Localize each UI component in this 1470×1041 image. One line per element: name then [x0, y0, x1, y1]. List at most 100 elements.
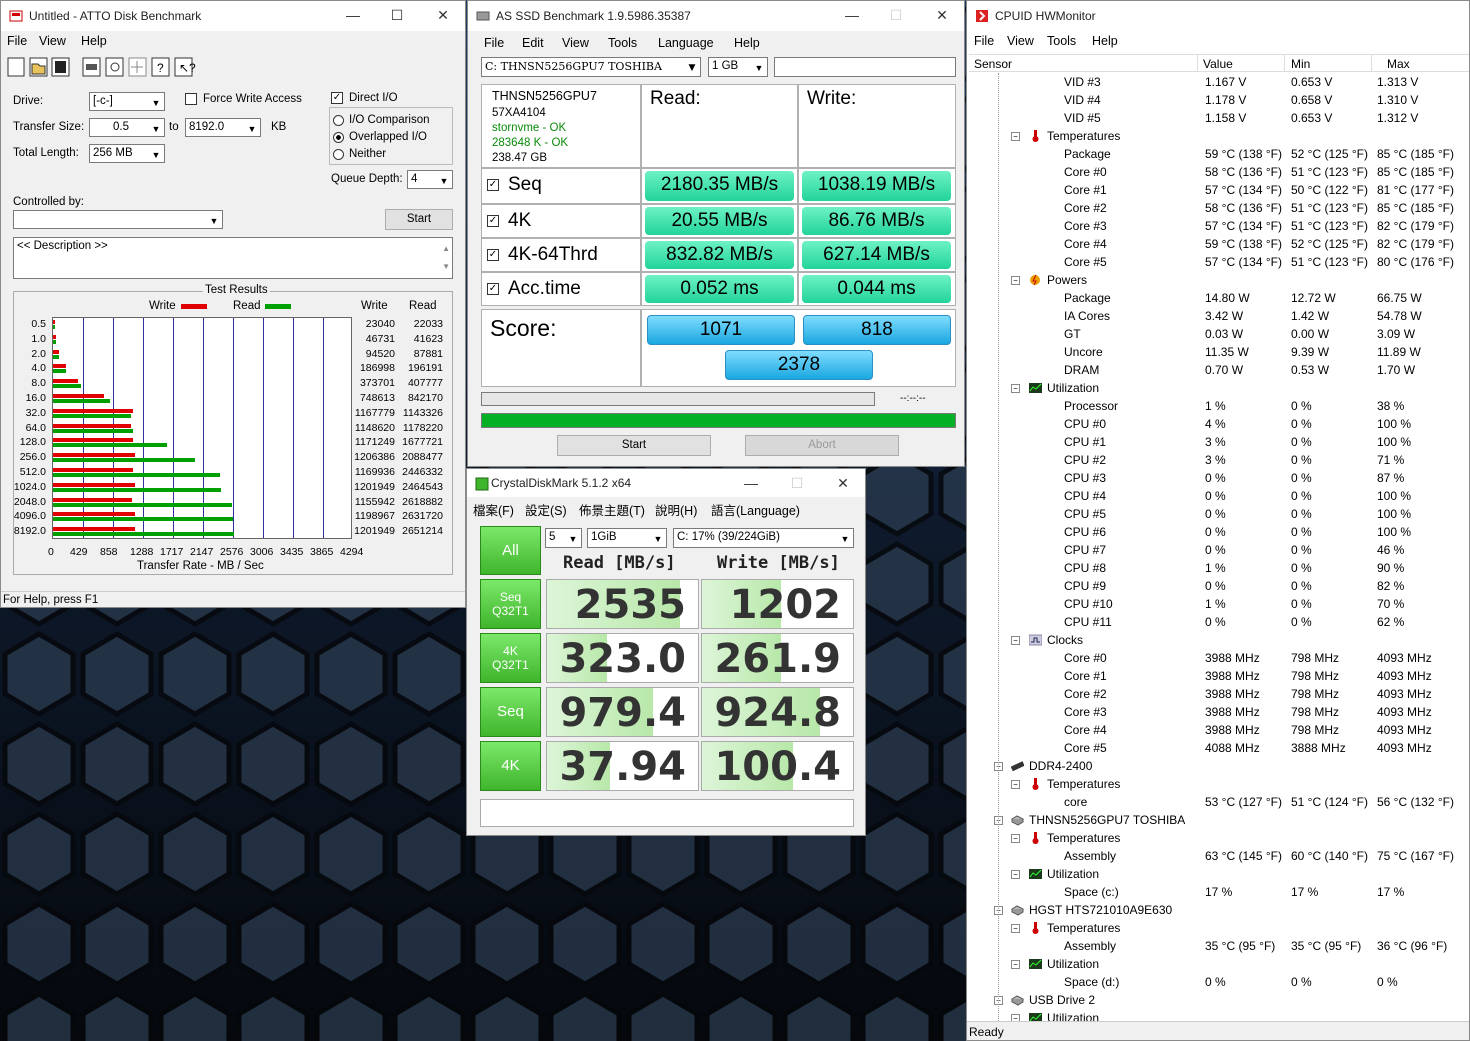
menu-help[interactable]: Help: [734, 36, 760, 50]
collapse-toggle-icon[interactable]: −: [1011, 276, 1020, 285]
minimize-icon[interactable]: —: [743, 475, 759, 491]
asssd-size-select[interactable]: 1 GB ▼: [708, 57, 768, 77]
move-icon[interactable]: [128, 57, 147, 77]
menu-settings[interactable]: 設定(S): [525, 500, 567, 519]
header-min[interactable]: Min: [1291, 57, 1310, 71]
menu-file[interactable]: 檔案(F): [473, 500, 514, 519]
sensor-row[interactable]: Core #1 57 °C (134 °F) 50 °C (122 °F) 81 °C…: [969, 181, 1469, 199]
sensor-row[interactable]: Core #3 57 °C (134 °F) 51 °C (123 °F) 82 °C…: [969, 217, 1469, 235]
sensor-row[interactable]: CPU #5 0 % 0 % 100 %: [969, 505, 1469, 523]
sensor-row[interactable]: Space (d:) 0 % 0 % 0 %: [969, 973, 1469, 991]
context-help-icon[interactable]: ↖?: [174, 57, 196, 77]
sensor-row[interactable]: Core #2 58 °C (136 °F) 51 °C (123 °F) 85 °C…: [969, 199, 1469, 217]
collapse-toggle-icon[interactable]: −: [1011, 132, 1020, 141]
asssd-filter-input[interactable]: [774, 57, 956, 77]
overlapped-io-radio[interactable]: [333, 132, 344, 143]
help-icon[interactable]: ?: [151, 57, 170, 77]
collapse-toggle-icon[interactable]: −: [1011, 870, 1020, 879]
test-checkbox[interactable]: ✓: [487, 249, 499, 261]
sensor-row[interactable]: VID #5 1.158 V 0.653 V 1.312 V: [969, 109, 1469, 127]
sensor-row[interactable]: Space (c:) 17 % 17 % 17 %: [969, 883, 1469, 901]
menu-view[interactable]: View: [1007, 34, 1034, 48]
sensor-row[interactable]: CPU #2 3 % 0 % 71 %: [969, 451, 1469, 469]
menu-language[interactable]: 語言(Language): [711, 500, 800, 519]
test-checkbox[interactable]: ✓: [487, 283, 499, 295]
sensor-row[interactable]: − Powers: [969, 271, 1469, 289]
sensor-row[interactable]: − Utilization: [969, 379, 1469, 397]
hwm-titlebar[interactable]: CPUID HWMonitor: [967, 1, 1469, 31]
scroll-arrows[interactable]: ▲ ▼: [442, 240, 450, 276]
io-comparison-radio[interactable]: [333, 115, 344, 126]
description-field[interactable]: << Description >> ▲ ▼: [13, 237, 453, 279]
collapse-toggle-icon[interactable]: −: [1011, 834, 1020, 843]
maximize-icon[interactable]: ☐: [888, 7, 904, 23]
sensor-row[interactable]: Core #1 3988 MHz 798 MHz 4093 MHz: [969, 667, 1469, 685]
sensor-row[interactable]: Uncore 11.35 W 9.39 W 11.89 W: [969, 343, 1469, 361]
cdm-drive-select[interactable]: C: 17% (39/224GiB) ▼: [673, 528, 854, 548]
sensor-row[interactable]: Core #0 3988 MHz 798 MHz 4093 MHz: [969, 649, 1469, 667]
cdm-test-button-2[interactable]: Seq: [480, 687, 541, 737]
sensor-row[interactable]: − USB Drive 2: [969, 991, 1469, 1009]
sensor-row[interactable]: Package 59 °C (138 °F) 52 °C (125 °F) 85 °C…: [969, 145, 1469, 163]
collapse-toggle-icon[interactable]: −: [1011, 960, 1020, 969]
cdm-titlebar[interactable]: CrystalDiskMark 5.1.2 x64 — ☐ ✕: [467, 469, 865, 497]
total-length-select[interactable]: 256 MB ▼: [89, 144, 165, 163]
sensor-row[interactable]: CPU #9 0 % 0 % 82 %: [969, 577, 1469, 595]
close-icon[interactable]: ✕: [435, 7, 451, 23]
sensor-row[interactable]: Core #4 59 °C (138 °F) 52 °C (125 °F) 82 °C…: [969, 235, 1469, 253]
header-max[interactable]: Max: [1387, 57, 1410, 71]
sensor-row[interactable]: VID #4 1.178 V 0.658 V 1.310 V: [969, 91, 1469, 109]
menu-file[interactable]: File: [7, 34, 27, 48]
sensor-row[interactable]: Core #4 3988 MHz 798 MHz 4093 MHz: [969, 721, 1469, 739]
sensor-row[interactable]: GT 0.03 W 0.00 W 3.09 W: [969, 325, 1469, 343]
queue-depth-select[interactable]: 4 ▼: [407, 170, 453, 189]
close-icon[interactable]: ✕: [835, 475, 851, 491]
sensor-row[interactable]: − HGST HTS721010A9E630: [969, 901, 1469, 919]
collapse-toggle-icon[interactable]: −: [1011, 780, 1020, 789]
cdm-test-button-1[interactable]: 4K Q32T1: [480, 633, 541, 683]
menu-view[interactable]: View: [39, 34, 66, 48]
sensor-row[interactable]: − Temperatures: [969, 775, 1469, 793]
sensor-row[interactable]: Core #0 58 °C (136 °F) 51 °C (123 °F) 85 °C…: [969, 163, 1469, 181]
header-sensor[interactable]: Sensor: [974, 57, 1012, 71]
test-checkbox[interactable]: ✓: [487, 215, 499, 227]
drive-select[interactable]: [-c-] ▼: [89, 92, 165, 111]
sensor-row[interactable]: VID #3 1.167 V 0.653 V 1.313 V: [969, 73, 1469, 91]
menu-theme[interactable]: 佈景主題(T): [579, 500, 645, 519]
test-checkbox[interactable]: ✓: [487, 179, 499, 191]
cdm-count-select[interactable]: 5 ▼: [545, 528, 582, 548]
collapse-toggle-icon[interactable]: −: [1011, 924, 1020, 933]
asssd-abort-button[interactable]: Abort: [745, 435, 899, 456]
cdm-test-button-0[interactable]: Seq Q32T1: [480, 579, 541, 629]
sensor-row[interactable]: − THNSN5256GPU7 TOSHIBA: [969, 811, 1469, 829]
header-value[interactable]: Value: [1203, 57, 1233, 71]
sensor-row[interactable]: CPU #11 0 % 0 % 62 %: [969, 613, 1469, 631]
menu-help[interactable]: Help: [81, 34, 107, 48]
sensor-row[interactable]: CPU #6 0 % 0 % 100 %: [969, 523, 1469, 541]
menu-help[interactable]: 說明(H): [655, 500, 697, 519]
menu-language[interactable]: Language: [658, 36, 714, 50]
sensor-row[interactable]: Core #2 3988 MHz 798 MHz 4093 MHz: [969, 685, 1469, 703]
minimize-icon[interactable]: —: [345, 7, 361, 23]
sensor-row[interactable]: CPU #10 1 % 0 % 70 %: [969, 595, 1469, 613]
cdm-comment-field[interactable]: [480, 799, 854, 827]
menu-tools[interactable]: Tools: [608, 36, 637, 50]
sensor-row[interactable]: Core #5 4088 MHz 3888 MHz 4093 MHz: [969, 739, 1469, 757]
print-preview-icon[interactable]: [105, 57, 124, 77]
menu-view[interactable]: View: [562, 36, 589, 50]
transfer-to-select[interactable]: 8192.0 ▼: [185, 118, 261, 137]
save-icon[interactable]: [51, 57, 70, 77]
maximize-icon[interactable]: ☐: [389, 7, 405, 23]
menu-file[interactable]: File: [484, 36, 504, 50]
sensor-row[interactable]: Assembly 63 °C (145 °F) 60 °C (140 °F) 75 °…: [969, 847, 1469, 865]
collapse-toggle-icon[interactable]: −: [1011, 384, 1020, 393]
menu-help[interactable]: Help: [1092, 34, 1118, 48]
sensor-row[interactable]: IA Cores 3.42 W 1.42 W 54.78 W: [969, 307, 1469, 325]
force-write-checkbox[interactable]: [185, 93, 197, 105]
sensor-row[interactable]: CPU #4 0 % 0 % 100 %: [969, 487, 1469, 505]
collapse-toggle-icon[interactable]: −: [1011, 636, 1020, 645]
maximize-icon[interactable]: ☐: [789, 475, 805, 491]
sensor-row[interactable]: Assembly 35 °C (95 °F) 35 °C (95 °F) 36 °C …: [969, 937, 1469, 955]
sensor-row[interactable]: Processor 1 % 0 % 38 %: [969, 397, 1469, 415]
sensor-row[interactable]: − Temperatures: [969, 919, 1469, 937]
